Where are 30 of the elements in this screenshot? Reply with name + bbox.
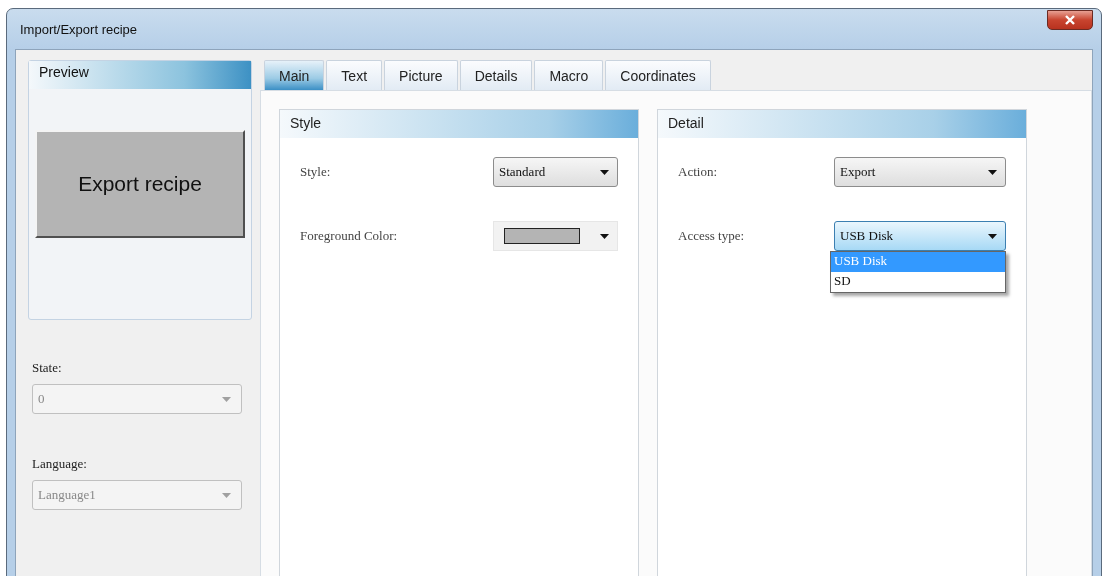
dropdown[interactable]: Export (834, 157, 1006, 187)
caret-icon (222, 396, 231, 402)
export-recipe-button[interactable]: Export recipe (35, 130, 245, 238)
dropdown-option[interactable]: SD (831, 272, 1005, 292)
tab[interactable]: Main (264, 60, 325, 90)
caret-icon (988, 233, 997, 239)
tab[interactable]: Text (326, 60, 383, 90)
caret-icon (988, 169, 997, 175)
group-header: Detail (658, 110, 1026, 138)
panel-header: Preview (29, 61, 251, 89)
field-label: State: (32, 360, 63, 376)
group-header: Style (280, 110, 638, 138)
close-icon (1064, 15, 1076, 25)
field-label: Style: (300, 164, 331, 180)
field-label: Access type: (678, 228, 745, 244)
close-button[interactable] (1047, 10, 1093, 30)
tab[interactable]: Macro (534, 60, 604, 90)
caret-icon (222, 492, 231, 498)
caret-icon (600, 169, 609, 175)
tab[interactable]: Coordinates (605, 60, 711, 90)
caret-icon (600, 233, 609, 239)
dropdown[interactable]: Standard (493, 157, 618, 187)
color-picker[interactable] (493, 221, 618, 251)
window-title: Import/Export recipe (20, 21, 138, 37)
field-label: Language: (32, 456, 88, 472)
tab[interactable]: Picture (384, 60, 458, 90)
tab[interactable]: Details (459, 60, 533, 90)
field-label: Foreground Color: (300, 228, 398, 244)
field-label: Action: (678, 164, 717, 180)
dropdown[interactable]: USB Disk (834, 221, 1006, 251)
